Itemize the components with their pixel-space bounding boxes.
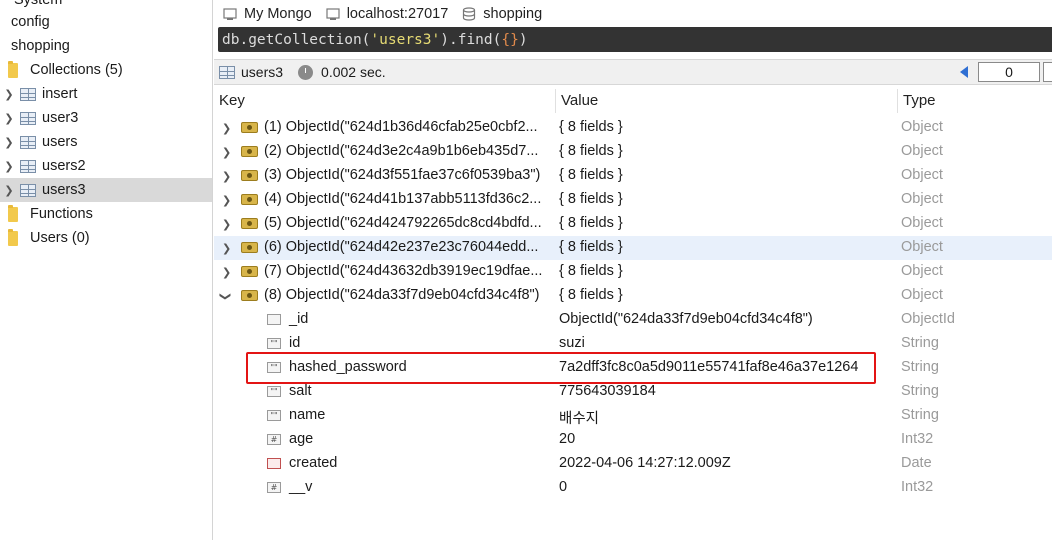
chevron-right-icon[interactable]: ❯	[222, 218, 231, 231]
field-row[interactable]: # __v 0 Int32	[214, 476, 1052, 500]
result-toolbar: users3 0.002 sec. 0	[214, 59, 1052, 85]
tree-node-functions[interactable]: Functions	[0, 202, 212, 226]
column-header-type[interactable]: Type	[903, 92, 936, 109]
table-icon	[20, 135, 36, 149]
tree-node-shopping[interactable]: shopping	[0, 34, 212, 58]
tree-node-collections[interactable]: Collections (5)	[0, 58, 212, 82]
column-header-key[interactable]: Key	[219, 92, 245, 109]
database-icon	[0, 15, 10, 30]
column-header-value[interactable]: Value	[561, 92, 598, 109]
document-row-expanded[interactable]: ❯ (8) ObjectId("624da33f7d9eb04cfd34c4f8…	[214, 284, 1052, 308]
object-icon	[241, 265, 258, 277]
connection-breadcrumb: My Mongo localhost:27017 shopping	[214, 0, 1052, 27]
chevron-right-icon[interactable]: ❯	[222, 194, 231, 207]
page-skip-input[interactable]: 0	[978, 62, 1040, 82]
string-icon: ""	[267, 337, 281, 349]
number-icon: #	[267, 433, 281, 445]
chevron-right-icon[interactable]: ❯	[222, 266, 231, 279]
chevron-right-icon[interactable]: ❯	[2, 112, 16, 125]
sidebar-tree: System config shopping Collections (5) ❯…	[0, 0, 213, 540]
chevron-right-icon[interactable]: ❯	[2, 88, 16, 101]
chevron-right-icon[interactable]: ❯	[222, 146, 231, 159]
page-limit-input[interactable]	[1043, 62, 1052, 82]
string-icon: ""	[267, 385, 281, 397]
chevron-right-icon[interactable]: ❯	[222, 170, 231, 183]
table-icon	[20, 111, 36, 125]
tree-node-insert[interactable]: ❯ insert	[0, 82, 212, 106]
date-icon	[267, 457, 281, 469]
result-collection: users3	[219, 64, 283, 80]
object-icon	[241, 169, 258, 181]
document-row[interactable]: ❯ (6) ObjectId("624d42e237e23c76044edd..…	[214, 236, 1052, 260]
host-icon	[326, 7, 340, 20]
object-icon	[241, 121, 258, 133]
field-row[interactable]: "" name 배수지 String	[214, 404, 1052, 428]
document-row[interactable]: ❯ (4) ObjectId("624d41b137abb5113fd36c2.…	[214, 188, 1052, 212]
folder-icon	[8, 228, 18, 246]
host-crumb[interactable]: localhost:27017	[326, 6, 448, 22]
object-icon	[241, 241, 258, 253]
server-crumb[interactable]: My Mongo	[223, 6, 312, 22]
document-row[interactable]: ❯ (1) ObjectId("624d1b36d46cfab25e0cbf2.…	[214, 116, 1052, 140]
table-icon	[20, 87, 36, 101]
table-icon	[20, 159, 36, 173]
column-divider[interactable]	[555, 89, 556, 113]
object-icon	[241, 217, 258, 229]
folder-icon	[8, 204, 18, 222]
field-row[interactable]: _id ObjectId("624da33f7d9eb04cfd34c4f8")…	[214, 308, 1052, 332]
result-time: 0.002 sec.	[298, 64, 386, 80]
string-icon: ""	[267, 409, 281, 421]
tree-node-users2[interactable]: ❯ users2	[0, 154, 212, 178]
column-divider[interactable]	[897, 89, 898, 113]
previous-page-icon[interactable]	[960, 66, 968, 78]
tree-node-users-folder[interactable]: Users (0)	[0, 226, 212, 250]
chevron-down-icon[interactable]: ❯	[219, 292, 232, 301]
chevron-right-icon[interactable]: ❯	[222, 122, 231, 135]
table-icon	[219, 65, 235, 79]
chevron-right-icon[interactable]: ❯	[2, 136, 16, 149]
grid-header: Key Value Type	[214, 89, 1052, 113]
chevron-right-icon[interactable]: ❯	[2, 160, 16, 173]
object-icon	[241, 145, 258, 157]
chevron-right-icon[interactable]: ❯	[222, 242, 231, 255]
document-row[interactable]: ❯ (2) ObjectId("624d3e2c4a9b1b6eb435d7..…	[214, 140, 1052, 164]
main-panel: My Mongo localhost:27017 shopping db.get…	[214, 0, 1052, 540]
document-row[interactable]: ❯ (3) ObjectId("624d3f551fae37c6f0539ba3…	[214, 164, 1052, 188]
database-icon	[0, 39, 10, 54]
tree-node-user3[interactable]: ❯ user3	[0, 106, 212, 130]
document-row[interactable]: ❯ (7) ObjectId("624d43632db3919ec19dfae.…	[214, 260, 1052, 284]
chevron-right-icon[interactable]: ❯	[2, 184, 16, 197]
object-icon	[241, 289, 258, 301]
database-crumb[interactable]: shopping	[462, 6, 542, 22]
folder-icon	[8, 60, 18, 78]
database-icon	[0, 0, 10, 8]
server-icon	[223, 7, 237, 20]
clock-icon	[298, 64, 314, 80]
tree-node-config[interactable]: config	[0, 10, 212, 34]
tree-node-users[interactable]: ❯ users	[0, 130, 212, 154]
number-icon: #	[267, 481, 281, 493]
database-icon	[463, 6, 476, 21]
object-icon	[241, 193, 258, 205]
tree-node-users3[interactable]: ❯ users3	[0, 178, 212, 202]
query-editor[interactable]: db.getCollection('users3').find({})	[218, 27, 1052, 52]
objectid-icon	[267, 313, 281, 325]
annotation-highlight-box	[246, 352, 876, 384]
document-row[interactable]: ❯ (5) ObjectId("624d424792265dc8cd4bdfd.…	[214, 212, 1052, 236]
field-row[interactable]: # age 20 Int32	[214, 428, 1052, 452]
field-row[interactable]: created 2022-04-06 14:27:12.009Z Date	[214, 452, 1052, 476]
table-icon	[20, 183, 36, 197]
